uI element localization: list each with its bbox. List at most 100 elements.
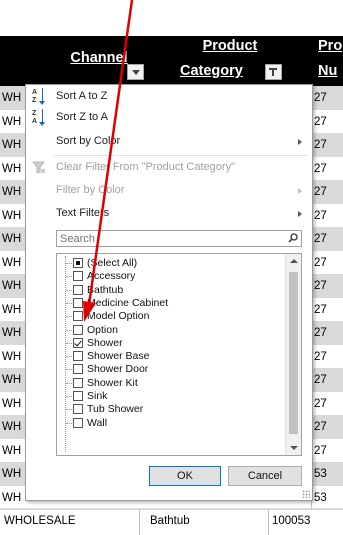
menu-sort-by-color-label: Sort by Color <box>56 135 121 147</box>
filter-item-label: Shower <box>87 336 123 349</box>
cell-channel: WH <box>2 303 22 316</box>
menu-sort-z-to-a-label: Sort Z to A <box>56 111 108 123</box>
filter-list-item[interactable]: Option <box>57 324 285 337</box>
filter-list-item[interactable]: (Select All) <box>57 257 285 270</box>
header-product-category[interactable]: Product Category <box>168 36 292 86</box>
cell-number: 27 <box>314 139 327 151</box>
submenu-arrow-icon <box>298 188 302 194</box>
filter-item-label: (Select All) <box>87 257 138 269</box>
menu-sort-by-color[interactable]: Sort by Color <box>26 132 312 151</box>
filter-checkbox[interactable] <box>73 284 83 295</box>
cell-channel: WH <box>2 468 22 480</box>
filter-list-item[interactable]: Model Option <box>57 310 285 323</box>
header-channel-label: Channel <box>70 50 128 66</box>
table-row[interactable]: WHOLESALE Bathtub 100053 <box>0 508 343 535</box>
sort-descending-icon: ZA <box>32 109 48 126</box>
filter-list-item[interactable]: Tub Shower <box>57 403 285 416</box>
cell-channel: WH <box>2 421 22 433</box>
cell-number: 27 <box>314 92 327 104</box>
filter-list-item[interactable]: Shower <box>57 337 285 350</box>
product-category-filter-dropdown-icon[interactable] <box>265 64 282 80</box>
filter-checkbox[interactable] <box>73 351 83 362</box>
cancel-button[interactable]: Cancel <box>228 466 302 486</box>
header-product-number[interactable]: Pro Nu <box>318 36 343 86</box>
menu-text-filters[interactable]: Text Filters <box>26 204 312 223</box>
filter-item-label: Medicine Cabinet <box>87 296 169 309</box>
filter-list-item[interactable]: Shower Kit <box>57 377 285 390</box>
filter-list-item[interactable]: Shower Door <box>57 363 285 376</box>
filter-checkbox[interactable] <box>73 417 83 428</box>
filter-checkbox[interactable] <box>73 337 83 348</box>
channel-filter-dropdown-icon[interactable] <box>127 64 144 80</box>
menu-clear-filter-label: Clear Filter From "Product Category" <box>56 161 235 173</box>
submenu-arrow-icon <box>298 139 302 145</box>
scroll-up-icon[interactable] <box>290 259 298 263</box>
cell-number: 27 <box>314 115 327 128</box>
cell-number: 27 <box>314 233 327 245</box>
sort-ascending-icon: AZ <box>32 88 48 105</box>
cell-number: 53 <box>314 468 327 480</box>
cell-channel: WH <box>2 186 22 198</box>
cell-number: 100053 <box>272 515 311 527</box>
filter-list-item[interactable]: Bathtub <box>57 284 285 297</box>
filter-item-label: Model Option <box>87 310 150 323</box>
header-channel[interactable]: Channel <box>24 36 174 86</box>
filter-list-item[interactable]: Shower Base <box>57 350 285 363</box>
filter-item-label: Shower Door <box>87 363 149 376</box>
filter-list-item[interactable]: Sink <box>57 390 285 403</box>
filter-checkbox[interactable] <box>73 311 83 322</box>
cell-channel: WH <box>2 209 22 222</box>
filter-values-list: (Select All) Accessory Bathtub Medicine Cab… <box>56 253 302 456</box>
header-product-number-line2: Nu <box>318 63 338 79</box>
cell-channel: WH <box>2 491 22 504</box>
filter-item-label: Wall <box>87 416 108 429</box>
cell-number: 27 <box>314 256 327 269</box>
scroll-down-icon[interactable] <box>290 446 298 450</box>
filter-checkbox[interactable] <box>73 377 83 388</box>
cell-channel: WH <box>2 92 22 104</box>
menu-sort-a-to-z-label: Sort A to Z <box>56 90 108 102</box>
list-scrollbar[interactable] <box>285 254 301 455</box>
menu-filter-by-color[interactable]: Filter by Color <box>26 181 312 200</box>
filter-checkbox[interactable] <box>73 404 83 415</box>
header-product-category-line1: Product <box>202 38 258 54</box>
search-box <box>56 230 302 247</box>
cell-channel: WH <box>2 139 22 151</box>
filter-checkbox[interactable] <box>73 364 83 375</box>
cell-number: 27 <box>314 162 327 175</box>
cell-channel: WH <box>2 280 22 292</box>
autofilter-panel: AZ Sort A to Z ZA Sort Z to A Sort by Co… <box>25 84 313 501</box>
menu-filter-by-color-label: Filter by Color <box>56 184 125 196</box>
filter-item-label: Accessory <box>87 270 136 283</box>
filter-list-item[interactable]: Medicine Cabinet <box>57 297 285 310</box>
filter-checkbox[interactable] <box>73 297 83 308</box>
filter-checkbox[interactable] <box>73 391 83 401</box>
filter-checkbox[interactable] <box>73 271 83 282</box>
cell-number: 53 <box>314 491 327 504</box>
cell-channel: WH <box>2 397 22 410</box>
filter-list-item[interactable]: Accessory <box>57 270 285 283</box>
cell-number: 27 <box>314 303 327 316</box>
scrollbar-thumb[interactable] <box>289 272 298 434</box>
cell-number: 27 <box>314 350 327 363</box>
cell-channel: WH <box>2 444 22 457</box>
search-input[interactable] <box>57 231 285 246</box>
menu-sort-z-to-a[interactable]: ZA Sort Z to A <box>26 108 312 127</box>
cell-category: Bathtub <box>150 515 190 527</box>
cell-channel: WH <box>2 233 22 245</box>
cell-channel: WH <box>2 327 22 339</box>
filter-checkbox[interactable] <box>73 324 83 335</box>
cell-number: 27 <box>314 374 327 386</box>
filter-item-label: Shower Kit <box>87 376 138 389</box>
filter-item-label: Bathtub <box>87 283 124 296</box>
resize-grip-icon[interactable] <box>302 490 310 498</box>
filter-list-item[interactable]: Wall <box>57 417 285 430</box>
filter-checkbox[interactable] <box>73 258 83 268</box>
ok-button[interactable]: OK <box>149 466 221 486</box>
table-header: Channel Product Category Pro Nu <box>0 36 343 86</box>
cell-channel: WH <box>2 256 22 269</box>
cell-number: 27 <box>314 280 327 292</box>
menu-clear-filter[interactable]: Clear Filter From "Product Category" <box>26 158 312 177</box>
cell-number: 27 <box>314 421 327 433</box>
menu-sort-a-to-z[interactable]: AZ Sort A to Z <box>26 87 312 106</box>
